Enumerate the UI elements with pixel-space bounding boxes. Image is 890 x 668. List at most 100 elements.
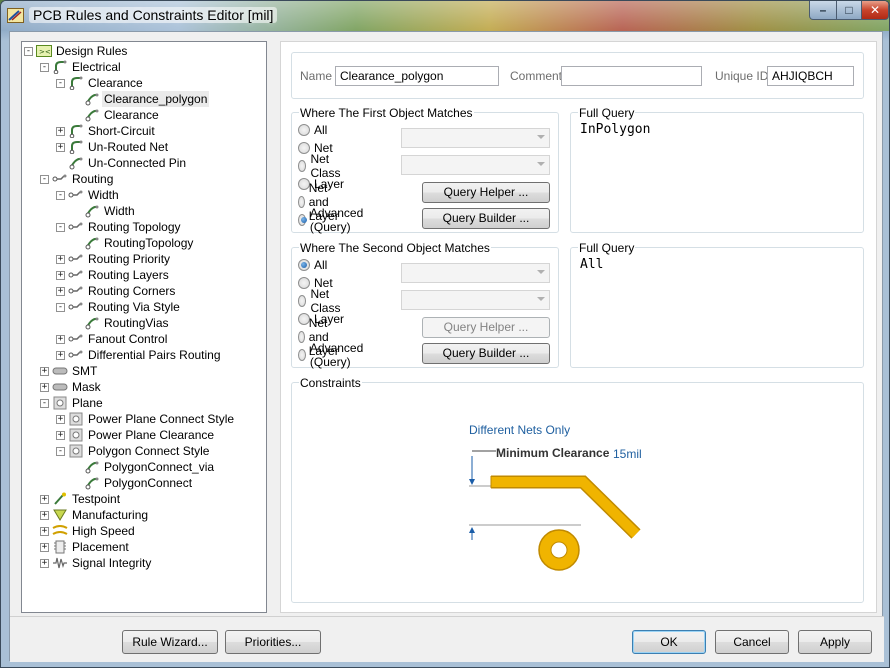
second-query-helper-button[interactable]: Query Helper ... (422, 317, 550, 338)
tree-item[interactable]: Clearance (72, 107, 161, 123)
minimize-button[interactable]: – (809, 1, 837, 20)
tree-item[interactable]: - Polygon Connect Style (56, 443, 211, 459)
radio-button-icon[interactable] (298, 142, 310, 154)
expand-icon[interactable]: + (56, 414, 65, 424)
radio-label: Advanced (Query) (309, 341, 364, 369)
collapse-icon[interactable]: - (56, 190, 65, 200)
expand-icon[interactable]: + (40, 542, 49, 552)
tree-item[interactable]: + Power Plane Connect Style (56, 411, 236, 427)
tree-item[interactable]: + Manufacturing (40, 507, 150, 523)
first-radio-net-class[interactable]: Net Class (298, 152, 344, 180)
tree-item[interactable]: + Placement (40, 539, 131, 555)
collapse-icon[interactable]: - (24, 46, 33, 56)
ok-button[interactable]: OK (632, 630, 706, 654)
tree-item[interactable]: PolygonConnect (72, 475, 194, 491)
first-query-builder-button[interactable]: Query Builder ... (422, 208, 550, 229)
tree-item[interactable]: + Signal Integrity (40, 555, 153, 571)
second-radio-net-class[interactable]: Net Class (298, 287, 344, 315)
collapse-icon[interactable]: - (40, 62, 49, 72)
second-query-builder-button[interactable]: Query Builder ... (422, 343, 550, 364)
tree-item[interactable]: Clearance_polygon (72, 91, 210, 107)
first-query-helper-button[interactable]: Query Helper ... (422, 182, 550, 203)
radio-button-icon[interactable] (298, 196, 305, 208)
expand-icon[interactable]: + (56, 126, 65, 136)
maximize-button[interactable]: □ (836, 1, 862, 20)
tree-item[interactable]: + Testpoint (40, 491, 122, 507)
tree-item[interactable]: RoutingVias (72, 315, 171, 331)
unique-id-input[interactable]: AHJIQBCH (767, 66, 854, 86)
unrouted-net-icon (68, 140, 84, 154)
tree-item[interactable]: + Routing Corners (56, 283, 177, 299)
collapse-icon[interactable]: - (56, 446, 65, 456)
clearance-rule-icon (84, 92, 100, 106)
expand-icon[interactable]: + (40, 526, 49, 536)
tree-item[interactable]: + Power Plane Clearance (56, 427, 216, 443)
tree-item[interactable]: - Routing Via Style (56, 299, 182, 315)
tree-item[interactable]: + Routing Priority (56, 251, 172, 267)
app-icon (7, 8, 24, 23)
tree-item[interactable]: - Electrical (40, 59, 123, 75)
close-button[interactable]: ✕ (861, 1, 889, 20)
first-radio-all[interactable]: All (298, 122, 327, 138)
radio-button-icon[interactable] (298, 214, 307, 226)
tree-item[interactable]: - Routing (40, 171, 115, 187)
collapse-icon[interactable]: - (56, 222, 65, 232)
second-full-query-box[interactable]: Full Query (570, 241, 864, 368)
tree-item[interactable]: - >< Design Rules (24, 43, 129, 59)
expand-icon[interactable]: + (56, 270, 65, 280)
radio-button-icon[interactable] (298, 160, 307, 172)
tree-item[interactable]: Width (72, 203, 137, 219)
rules-tree[interactable]: - >< Design Rules - Electrical - Clearance Clea… (21, 41, 267, 613)
tree-item[interactable]: + Short-Circuit (56, 123, 157, 139)
tree-item-label: Un-Connected Pin (88, 156, 187, 170)
tree-item[interactable]: - Routing Topology (56, 219, 183, 235)
tree-item[interactable]: + Mask (40, 379, 103, 395)
expand-icon[interactable]: + (56, 430, 65, 440)
radio-button-icon[interactable] (298, 349, 306, 361)
radio-button-icon[interactable] (298, 331, 305, 343)
name-input[interactable]: Clearance_polygon (335, 66, 499, 86)
comment-input[interactable] (561, 66, 702, 86)
tree-item-label: High Speed (72, 524, 135, 538)
radio-button-icon[interactable] (298, 277, 310, 289)
expand-icon[interactable]: + (56, 286, 65, 296)
tree-item[interactable]: + SMT (40, 363, 99, 379)
tree-item[interactable]: + Differential Pairs Routing (56, 347, 223, 363)
tree-item[interactable]: - Clearance (56, 75, 145, 91)
tree-item[interactable]: RoutingTopology (72, 235, 195, 251)
tree-item[interactable]: + Routing Layers (56, 267, 171, 283)
expand-icon[interactable]: + (40, 558, 49, 568)
collapse-icon[interactable]: - (56, 302, 65, 312)
expand-icon[interactable]: + (56, 334, 65, 344)
second-radio-advanced-query[interactable]: Advanced (Query) (298, 341, 367, 369)
expand-icon[interactable]: + (56, 350, 65, 360)
radio-button-icon[interactable] (298, 295, 307, 307)
tree-item[interactable]: Un-Connected Pin (56, 155, 188, 171)
expand-icon[interactable]: + (40, 382, 49, 392)
tree-item[interactable]: + Fanout Control (56, 331, 169, 347)
priorities-button[interactable]: Priorities... (225, 630, 321, 654)
expand-icon[interactable]: + (40, 510, 49, 520)
tree-item[interactable]: PolygonConnect_via (72, 459, 216, 475)
tree-item[interactable]: + Un-Routed Net (56, 139, 170, 155)
net-scope-selector[interactable]: Different Nets Only (469, 423, 570, 437)
expand-icon[interactable]: + (40, 366, 49, 376)
rule-wizard-button[interactable]: Rule Wizard... (122, 630, 218, 654)
collapse-icon[interactable]: - (40, 398, 49, 408)
apply-button[interactable]: Apply (798, 630, 872, 654)
first-radio-advanced-query[interactable]: Advanced (Query) (298, 206, 367, 234)
expand-icon[interactable]: + (56, 142, 65, 152)
title-bar[interactable]: PCB Rules and Constraints Editor [mil] –… (1, 1, 889, 31)
collapse-icon[interactable]: - (56, 78, 65, 88)
tree-item[interactable]: - Plane (40, 395, 105, 411)
radio-button-icon[interactable] (298, 124, 310, 136)
collapse-icon[interactable]: - (40, 174, 49, 184)
tree-item[interactable]: - Width (56, 187, 121, 203)
second-radio-all[interactable]: All (298, 257, 327, 273)
testpoint-icon (52, 492, 68, 506)
expand-icon[interactable]: + (40, 494, 49, 504)
expand-icon[interactable]: + (56, 254, 65, 264)
tree-item[interactable]: + High Speed (40, 523, 137, 539)
radio-button-icon[interactable] (298, 259, 310, 271)
cancel-button[interactable]: Cancel (715, 630, 789, 654)
